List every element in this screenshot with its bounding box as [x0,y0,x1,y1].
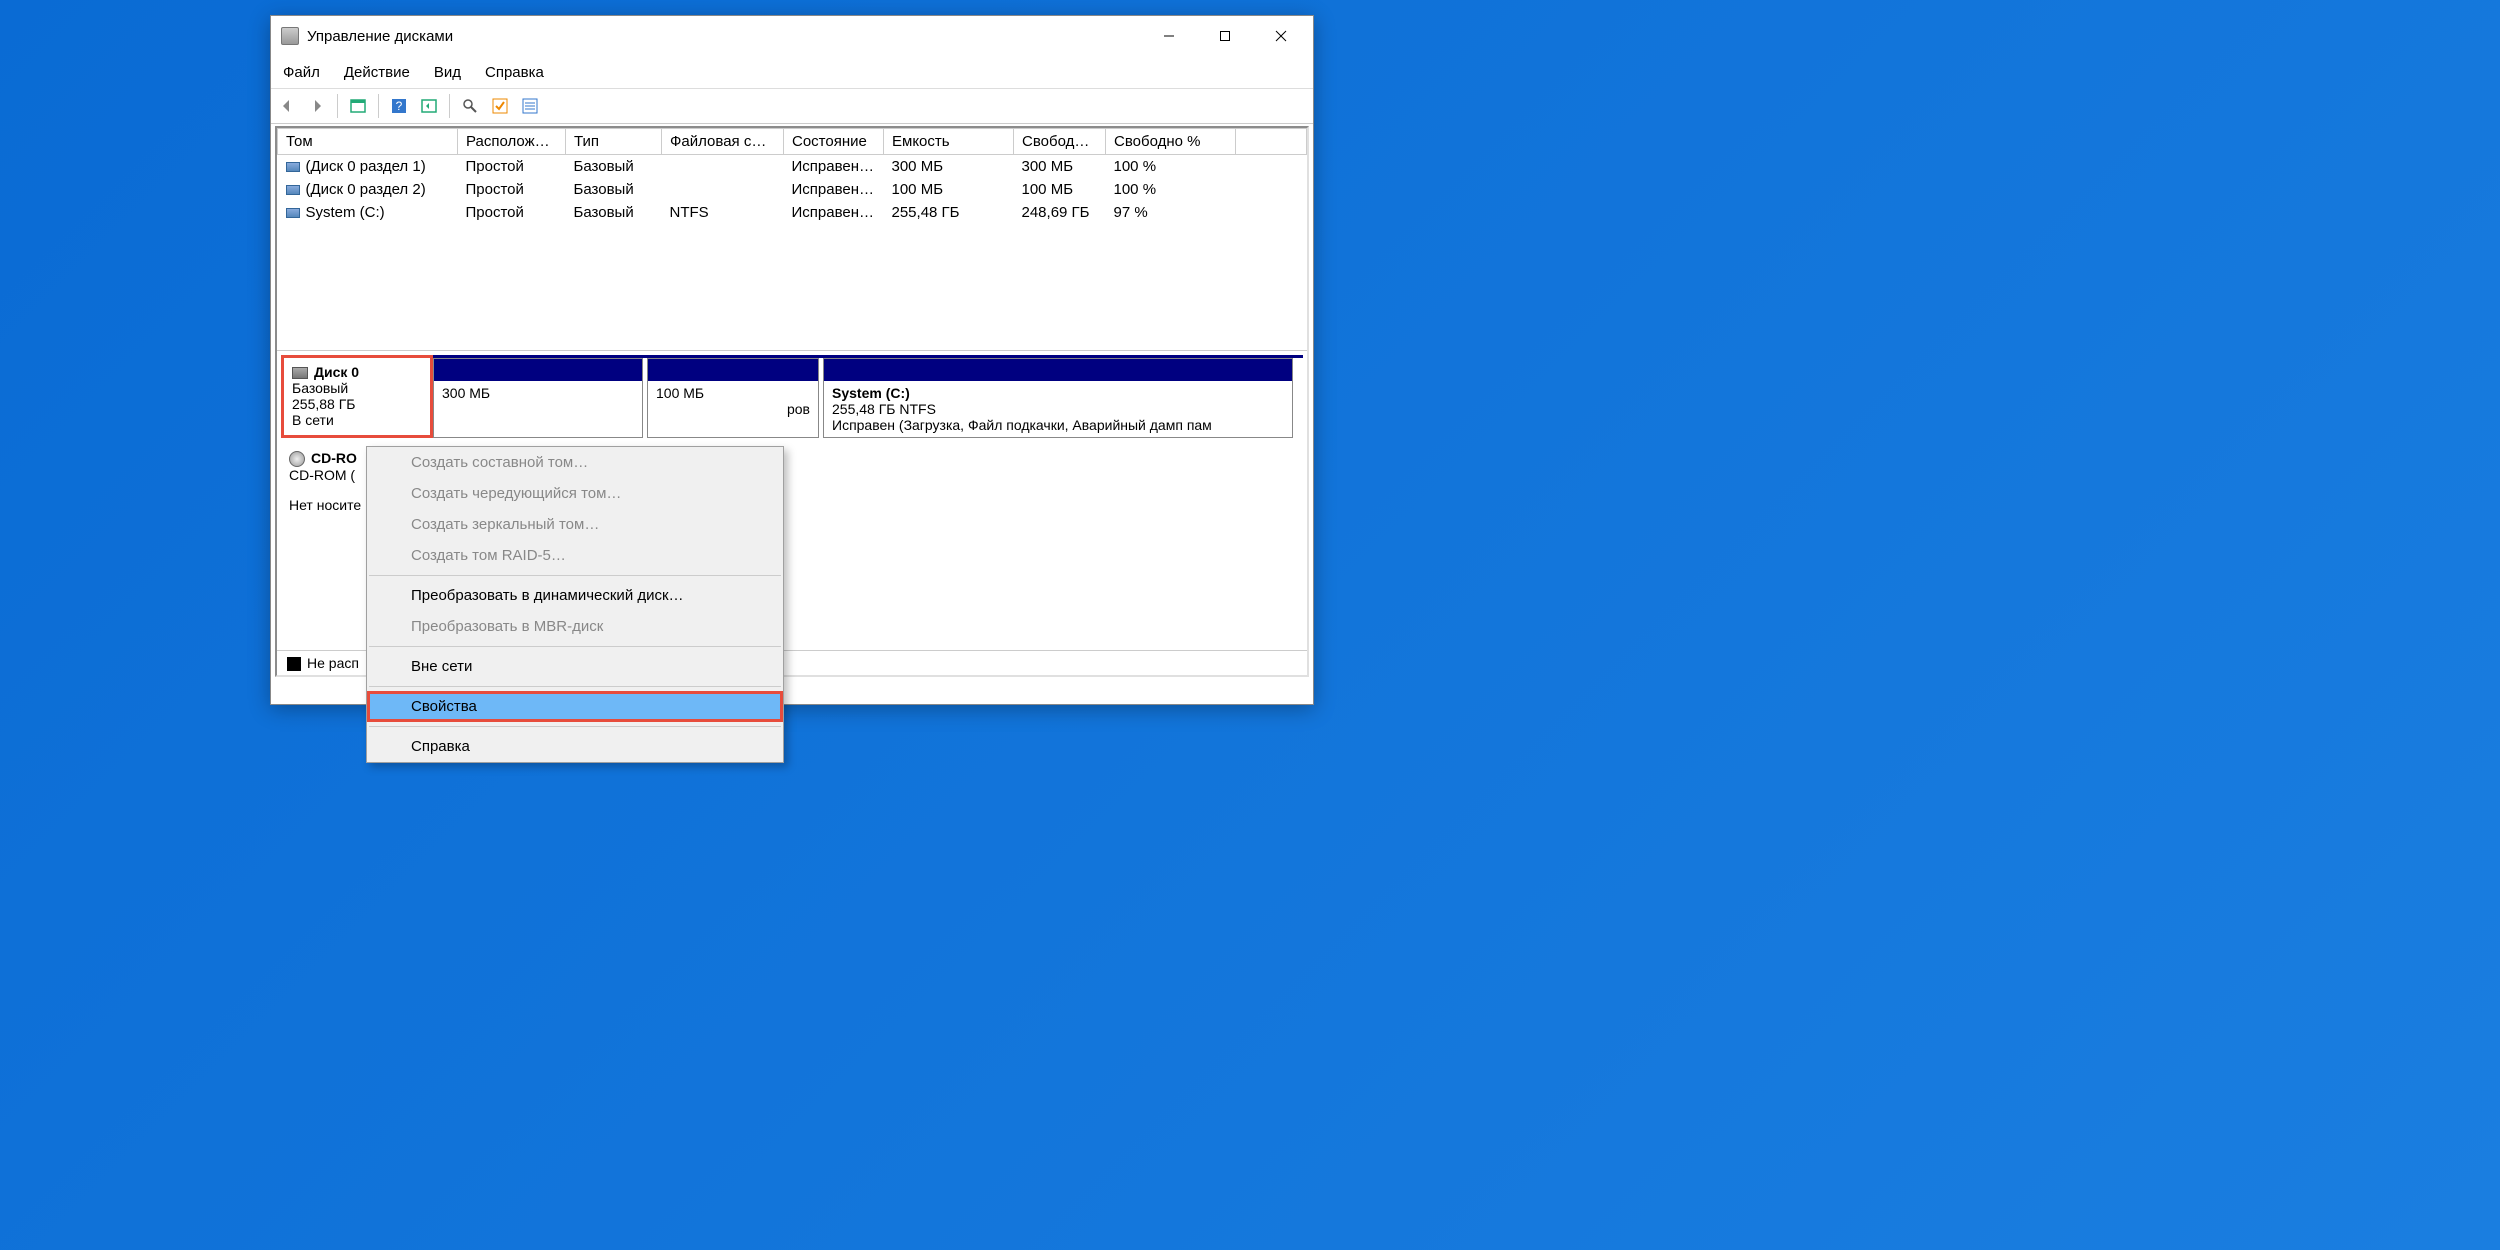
legend-label: Не расп [307,655,359,671]
context-menu-separator [369,646,781,647]
volume-icon [286,185,300,195]
context-menu-item: Преобразовать в MBR-диск [367,611,783,642]
volume-row[interactable]: System (C:)ПростойБазовыйNTFSИсправен…25… [278,201,1307,224]
col-freepct[interactable]: Свободно % [1106,129,1236,155]
partition[interactable]: System (C:)255,48 ГБ NTFSИсправен (Загру… [823,358,1293,438]
back-button[interactable] [275,94,299,118]
col-layout[interactable]: Располож… [458,129,566,155]
rescan-button[interactable] [458,94,482,118]
legend-swatch [287,657,301,671]
context-menu-item[interactable]: Свойства [367,691,783,722]
context-menu-item: Создать составной том… [367,447,783,478]
menu-view[interactable]: Вид [434,64,461,81]
volume-icon [286,208,300,218]
cdrom-name: CD-RO [311,450,357,466]
partition-strip: 300 МБ100 МБровSystem (C:)255,48 ГБ NTFS… [433,355,1303,438]
refresh-button[interactable] [417,94,441,118]
volume-icon [286,162,300,172]
window-controls [1141,18,1309,54]
col-fs[interactable]: Файловая с… [662,129,784,155]
disk-name: Диск 0 [314,364,359,380]
check-button[interactable] [488,94,512,118]
cdrom-icon [289,451,305,467]
context-menu-separator [369,686,781,687]
app-icon [281,27,299,45]
svg-text:?: ? [396,99,403,113]
forward-button[interactable] [305,94,329,118]
context-menu-separator [369,726,781,727]
menubar: Файл Действие Вид Справка [271,56,1313,88]
menu-file[interactable]: Файл [283,64,320,81]
context-menu-item[interactable]: Справка [367,731,783,762]
volume-row[interactable]: (Диск 0 раздел 2)ПростойБазовыйИсправен…… [278,178,1307,201]
col-capacity[interactable]: Емкость [884,129,1014,155]
col-free[interactable]: Свобод… [1014,129,1106,155]
menu-action[interactable]: Действие [344,64,410,81]
toolbar: ? [271,88,1313,124]
context-menu-item[interactable]: Вне сети [367,651,783,682]
column-headers[interactable]: Том Располож… Тип Файловая с… Состояние … [278,129,1307,155]
volume-table: Том Располож… Тип Файловая с… Состояние … [277,128,1307,224]
toolbar-separator [378,94,379,118]
titlebar[interactable]: Управление дисками [271,16,1313,56]
col-type[interactable]: Тип [566,129,662,155]
disk-size: 255,88 ГБ [292,396,422,412]
disk-status: В сети [292,412,422,428]
context-menu-item: Создать том RAID-5… [367,540,783,571]
maximize-button[interactable] [1197,18,1253,54]
partition[interactable]: 100 МБров [647,358,819,438]
minimize-button[interactable] [1141,18,1197,54]
col-blank [1236,129,1307,155]
toolbar-separator [449,94,450,118]
context-menu-separator [369,575,781,576]
context-menu-item: Создать чередующийся том… [367,478,783,509]
volume-list[interactable]: Том Располож… Тип Файловая с… Состояние … [277,128,1307,350]
close-button[interactable] [1253,18,1309,54]
context-menu-item: Создать зеркальный том… [367,509,783,540]
window-title: Управление дисками [307,28,1141,45]
menu-help[interactable]: Справка [485,64,544,81]
disk-icon [292,367,308,379]
disk-0-header[interactable]: Диск 0 Базовый 255,88 ГБ В сети [281,355,433,438]
disk-context-menu[interactable]: Создать составной том…Создать чередующий… [366,446,784,763]
disk-type: Базовый [292,380,422,396]
col-volume[interactable]: Том [278,129,458,155]
volume-row[interactable]: (Диск 0 раздел 1)ПростойБазовыйИсправен…… [278,155,1307,179]
col-status[interactable]: Состояние [784,129,884,155]
help-button[interactable]: ? [387,94,411,118]
properties-button[interactable] [346,94,370,118]
list-button[interactable] [518,94,542,118]
context-menu-item[interactable]: Преобразовать в динамический диск… [367,580,783,611]
partition[interactable]: 300 МБ [433,358,643,438]
toolbar-separator [337,94,338,118]
disk-0-row[interactable]: Диск 0 Базовый 255,88 ГБ В сети 300 МБ10… [281,355,1303,438]
